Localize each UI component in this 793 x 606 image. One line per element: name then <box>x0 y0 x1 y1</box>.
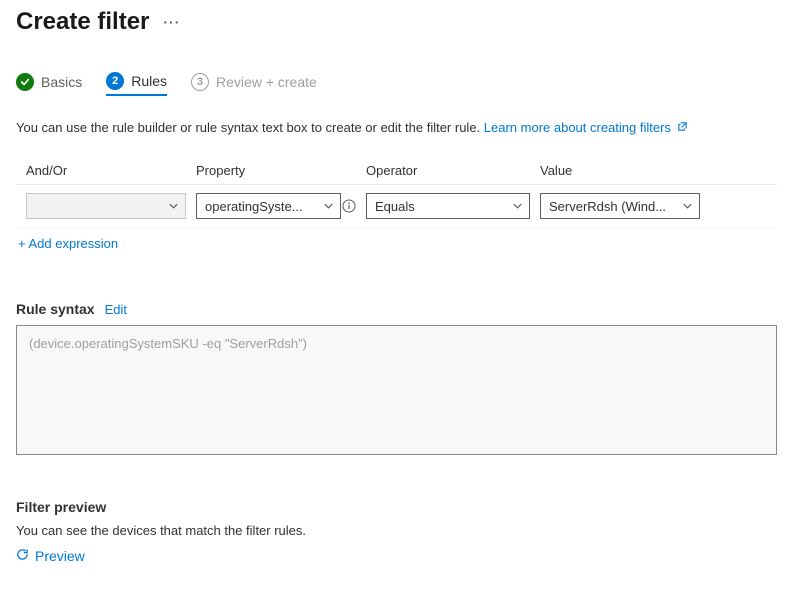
step-label: Review + create <box>216 74 317 90</box>
step-rules[interactable]: 2 Rules <box>106 72 167 96</box>
rule-row: operatingSyste... Equals ServerRdsh (Win… <box>16 185 777 228</box>
step-number-icon: 3 <box>191 73 209 91</box>
col-value: Value <box>540 163 710 178</box>
rule-syntax-title: Rule syntax <box>16 301 95 317</box>
chevron-down-icon <box>323 201 334 212</box>
chevron-down-icon <box>682 201 693 212</box>
value-dropdown[interactable]: ServerRdsh (Wind... <box>540 193 700 219</box>
operator-dropdown[interactable]: Equals <box>366 193 530 219</box>
value-value: ServerRdsh (Wind... <box>549 199 666 214</box>
step-number-icon: 2 <box>106 72 124 90</box>
step-label: Rules <box>131 73 167 89</box>
learn-more-label: Learn more about creating filters <box>484 120 671 135</box>
chevron-down-icon <box>512 201 523 212</box>
check-icon <box>16 73 34 91</box>
step-basics[interactable]: Basics <box>16 73 82 95</box>
andor-dropdown[interactable] <box>26 193 186 219</box>
edit-syntax-link[interactable]: Edit <box>105 302 127 317</box>
col-operator: Operator <box>366 163 540 178</box>
more-icon[interactable]: ··· <box>163 14 180 30</box>
preview-label: Preview <box>35 548 85 564</box>
col-property: Property <box>196 163 366 178</box>
step-review[interactable]: 3 Review + create <box>191 73 317 95</box>
rule-header-row: And/Or Property Operator Value <box>16 157 777 185</box>
chevron-down-icon <box>168 201 179 212</box>
learn-more-link[interactable]: Learn more about creating filters <box>484 120 688 135</box>
external-link-icon <box>677 120 688 135</box>
add-expression-link[interactable]: + Add expression <box>18 236 118 251</box>
info-icon[interactable] <box>342 199 356 213</box>
col-andor: And/Or <box>26 163 196 178</box>
rule-syntax-box: (device.operatingSystemSKU -eq "ServerRd… <box>16 325 777 455</box>
operator-value: Equals <box>375 199 415 214</box>
wizard-steps: Basics 2 Rules 3 Review + create <box>16 72 777 96</box>
property-value: operatingSyste... <box>205 199 303 214</box>
page-title: Create filter <box>16 8 149 36</box>
filter-preview-title: Filter preview <box>16 499 777 515</box>
property-dropdown[interactable]: operatingSyste... <box>196 193 341 219</box>
filter-preview-desc: You can see the devices that match the f… <box>16 523 777 538</box>
intro-text: You can use the rule builder or rule syn… <box>16 120 777 135</box>
rule-builder: And/Or Property Operator Value operating… <box>16 157 777 228</box>
preview-link[interactable]: Preview <box>16 548 85 564</box>
step-label: Basics <box>41 74 82 90</box>
refresh-icon <box>16 548 29 564</box>
rule-syntax-label: Rule syntax Edit <box>16 301 777 317</box>
page-header: Create filter ··· <box>16 8 777 36</box>
